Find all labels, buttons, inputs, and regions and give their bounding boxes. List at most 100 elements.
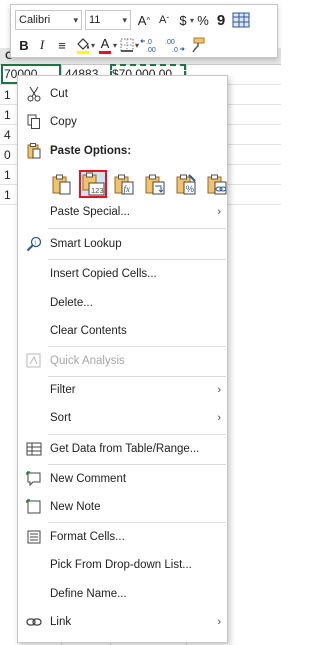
currency-format-button[interactable]: $ [174, 10, 192, 30]
paste-formulas-button[interactable]: fx [110, 170, 138, 198]
note-icon [25, 498, 43, 516]
comment-icon [25, 470, 43, 488]
format-painter-button[interactable] [187, 35, 209, 55]
svg-text:i: i [35, 241, 36, 247]
format-table-button[interactable] [230, 10, 252, 30]
menu-item-format-cells[interactable]: Format Cells... [18, 524, 227, 550]
menu-item-clear-contents[interactable]: Clear Contents [18, 318, 227, 344]
menu-item-label: Pick From Drop-down List... [50, 559, 192, 571]
font-color-swatch [99, 51, 112, 54]
menu-item-cut[interactable]: Cut [18, 81, 227, 107]
copy-icon [25, 113, 43, 131]
paste-clipboard-icon [52, 174, 71, 195]
menu-item-delete[interactable]: Delete... [18, 290, 227, 316]
paste-link-button[interactable] [203, 170, 231, 198]
menu-item-sort[interactable]: Sort › [18, 405, 227, 431]
menu-item-label: New Comment [50, 473, 127, 485]
comma-icon: 9 [216, 11, 226, 29]
link-icon [25, 613, 43, 631]
svg-text:.0: .0 [146, 39, 152, 46]
menu-item-copy[interactable]: Copy [18, 109, 227, 135]
align-center-button[interactable]: ≡ [51, 35, 73, 55]
chevron-down-icon: ▾ [122, 14, 127, 25]
shrink-font-icon: A [158, 14, 167, 26]
paste-options-label: Paste Options: [50, 145, 132, 157]
menu-item-new-note[interactable]: New Note [18, 494, 227, 520]
table-icon [25, 440, 43, 458]
menu-item-label: Delete... [50, 297, 93, 309]
menu-item-label: Cut [50, 88, 68, 100]
cell-value[interactable]: 1 [4, 186, 11, 204]
percent-icon: % [197, 12, 209, 28]
cell-value[interactable]: 1 [4, 166, 11, 184]
cell-value[interactable]: 1 [4, 86, 11, 104]
cell-value[interactable]: 0 [4, 146, 11, 164]
svg-text:.00: .00 [165, 39, 175, 46]
paste-formatting-button[interactable]: % [172, 170, 200, 198]
increase-font-size-button[interactable]: A ^ [134, 10, 154, 30]
menu-item-paste-special[interactable]: Paste Special... › [18, 199, 227, 225]
italic-button[interactable]: I [33, 35, 51, 55]
comma-style-button[interactable]: 9 [212, 10, 230, 30]
menu-item-label: Filter [50, 384, 76, 396]
decrease-font-size-button[interactable]: Aˇ [154, 10, 174, 30]
menu-item-label: Get Data from Table/Range... [50, 443, 200, 455]
borders-button[interactable] [117, 35, 137, 55]
paste-transpose-button[interactable] [141, 170, 169, 198]
menu-item-smart-lookup[interactable]: i Smart Lookup [18, 231, 227, 257]
menu-item-label: Quick Analysis [50, 355, 125, 367]
menu-item-label: Define Name... [50, 588, 127, 600]
paste-transpose-icon [145, 174, 165, 195]
smart-lookup-icon: i [25, 235, 43, 253]
menu-item-label: Sort [50, 412, 72, 424]
menu-separator [48, 464, 226, 465]
menu-item-new-comment[interactable]: New Comment [18, 466, 227, 492]
menu-item-define-name[interactable]: Define Name... [18, 581, 227, 607]
svg-text:fx: fx [124, 184, 131, 194]
font-color-icon: A [100, 35, 110, 51]
font-size-value: 11 [89, 14, 101, 26]
cell-value[interactable]: 4 [4, 126, 11, 144]
menu-item-get-data[interactable]: Get Data from Table/Range... [18, 436, 227, 462]
cell-value[interactable]: 1 [4, 106, 11, 124]
chevron-right-icon: › [217, 384, 221, 396]
chevron-right-icon: › [217, 412, 221, 424]
increase-decimal-icon: .0 .00 [140, 39, 156, 53]
decrease-decimal-icon: .00 .0 [165, 39, 185, 53]
grow-font-icon: A [137, 12, 147, 28]
font-size-dropdown[interactable]: 11 ▾ [85, 10, 131, 30]
increase-decimal-button[interactable]: .0 .00 [139, 35, 163, 55]
menu-item-label: Paste Special... [50, 206, 130, 218]
menu-item-label: New Note [50, 501, 101, 513]
paste-values-button[interactable]: 123 [79, 170, 107, 198]
paste-icon [25, 142, 43, 160]
menu-separator [48, 522, 226, 523]
chevron-right-icon: › [217, 616, 221, 628]
paste-formulas-icon: fx [114, 174, 134, 195]
menu-item-link[interactable]: Link › [18, 609, 227, 635]
menu-item-pick-from-list[interactable]: Pick From Drop-down List... [18, 552, 227, 578]
paste-options-header: Paste Options: [18, 138, 227, 164]
paste-values-badge: 123 [91, 186, 104, 195]
menu-separator [48, 346, 226, 347]
paste-formatting-icon: % [176, 174, 196, 195]
fill-color-button[interactable] [73, 35, 93, 55]
paint-bucket-icon [77, 38, 89, 50]
paste-button[interactable] [48, 170, 76, 198]
menu-item-filter[interactable]: Filter › [18, 377, 227, 403]
percent-style-button[interactable]: % [194, 10, 212, 30]
italic-icon: I [39, 37, 45, 52]
bold-button[interactable]: B [15, 35, 33, 55]
font-color-button[interactable]: A [95, 35, 115, 55]
caret-up-icon: ^ [146, 15, 151, 25]
menu-item-label: Format Cells... [50, 531, 125, 543]
context-menu: Cut Copy Paste Options: 123 fx % Paste S… [17, 75, 228, 643]
svg-text:%: % [186, 184, 194, 194]
decrease-decimal-button[interactable]: .00 .0 [163, 35, 187, 55]
paste-options-row: 123 fx % [48, 170, 234, 198]
bold-icon: B [19, 37, 29, 53]
menu-item-insert-copied-cells[interactable]: Insert Copied Cells... [18, 261, 227, 287]
paste-link-icon [207, 174, 227, 195]
font-name-dropdown[interactable]: Calibri ▾ [15, 10, 82, 30]
menu-item-quick-analysis: Quick Analysis [18, 348, 227, 374]
